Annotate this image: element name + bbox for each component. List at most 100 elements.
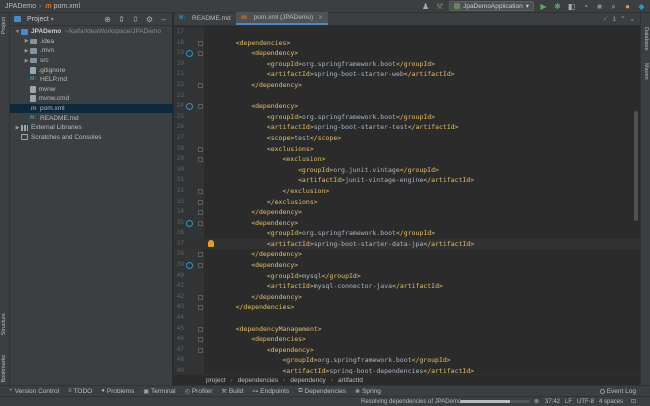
code-line[interactable]: 39 <dependency>: [174, 260, 640, 271]
tab-bookmarks-stripe[interactable]: Bookmarks: [1, 355, 7, 383]
breadcrumb-item[interactable]: dependency: [290, 377, 325, 384]
dependency-marker-icon[interactable]: [186, 50, 193, 58]
event-log-button[interactable]: Event Log: [599, 388, 636, 395]
code-line[interactable]: 44: [174, 313, 640, 324]
code-line[interactable]: 41 <artifactId>mysql-connector-java</arti…: [174, 281, 640, 292]
fold-icon[interactable]: [198, 305, 203, 311]
caret-position[interactable]: 37:42: [545, 399, 560, 405]
tab-database-stripe[interactable]: Database: [643, 27, 649, 51]
tree-item[interactable]: mvnw.cmd: [10, 94, 173, 104]
breadcrumb-item[interactable]: dependencies: [238, 377, 278, 384]
hammer-icon[interactable]: ⚒: [435, 2, 444, 11]
run-configuration-select[interactable]: JpaDemoApplication ▾: [449, 1, 534, 11]
close-icon[interactable]: ✕: [318, 14, 323, 21]
plugin-icon[interactable]: ◆: [637, 2, 646, 11]
code-line[interactable]: 28 <exclusions>: [174, 144, 640, 155]
tool-window-button[interactable]: ≡ TODO: [68, 388, 92, 395]
tool-window-button[interactable]: ⑂ Version Control: [9, 388, 59, 395]
file-encoding[interactable]: UTF-8: [577, 399, 594, 405]
code-line[interactable]: 22 </dependency>: [174, 80, 640, 91]
code-line[interactable]: 34 </dependency>: [174, 207, 640, 218]
fold-icon[interactable]: [198, 294, 203, 300]
tree-item[interactable]: .gitignore: [10, 65, 173, 75]
stop-icon[interactable]: ■: [595, 2, 604, 11]
editor-inspections[interactable]: ✓ 1 ⌃ ⌄: [603, 15, 635, 24]
dependency-marker-icon[interactable]: [186, 103, 193, 111]
tool-window-button[interactable]: ⊶ Endpoints: [252, 388, 289, 395]
breadcrumb-item[interactable]: project: [206, 377, 226, 384]
tool-window-button[interactable]: ▣ Terminal: [143, 388, 175, 395]
debug-icon[interactable]: ✱: [553, 2, 562, 11]
code-line[interactable]: 19 <dependency>: [174, 48, 640, 59]
tree-item[interactable]: m pom.xml: [10, 103, 173, 114]
line-separator[interactable]: LF: [565, 399, 572, 405]
code-line[interactable]: 38 </dependency>: [174, 249, 640, 260]
code-line[interactable]: 42 </dependency>: [174, 292, 640, 303]
fold-icon[interactable]: [198, 146, 203, 152]
progress-bar[interactable]: [460, 400, 530, 403]
status-message[interactable]: Resolving dependencies of JPADemo...: [361, 399, 466, 405]
editor-scrollbar[interactable]: [634, 111, 638, 221]
tool-window-button[interactable]: ● Problems: [101, 388, 134, 395]
tree-item[interactable]: M↓ README.md: [10, 113, 173, 123]
coverage-icon[interactable]: ◧: [567, 2, 576, 11]
search-icon[interactable]: ⌕: [609, 2, 618, 11]
tree-item[interactable]: Scratches and Consoles: [10, 133, 173, 143]
lock-icon[interactable]: ⊡: [631, 398, 636, 405]
dependency-marker-icon[interactable]: [186, 219, 193, 227]
code-line[interactable]: 29 <exclusion>: [174, 154, 640, 165]
cancel-icon[interactable]: ⊗: [534, 398, 539, 405]
code-line[interactable]: 43 </dependencies>: [174, 302, 640, 313]
chevron-down-icon[interactable]: ⌄: [630, 15, 635, 23]
chevron-icon[interactable]: ▶: [14, 125, 21, 131]
editor-tab[interactable]: m pom.xml (JPADemo) ✕: [235, 12, 329, 25]
code-line[interactable]: 27 <scope>test</scope>: [174, 133, 640, 144]
fold-icon[interactable]: [198, 347, 203, 353]
hide-icon[interactable]: –: [159, 15, 168, 24]
chevron-icon[interactable]: ▶: [23, 48, 30, 54]
chevron-icon[interactable]: ▶: [23, 58, 30, 64]
chevron-up-icon[interactable]: ⌃: [620, 15, 625, 23]
fold-icon[interactable]: [198, 104, 203, 110]
updates-icon[interactable]: ●: [623, 2, 632, 11]
tree-item[interactable]: mvnw: [10, 85, 173, 95]
tree-item[interactable]: ▶ External Libraries: [10, 123, 173, 133]
tree-item[interactable]: ▶ .idea: [10, 37, 173, 47]
fold-icon[interactable]: [198, 51, 203, 57]
code-line[interactable]: 47 <dependency>: [174, 345, 640, 356]
fold-icon[interactable]: [198, 220, 203, 226]
lightbulb-icon[interactable]: [208, 239, 214, 247]
code-line[interactable]: 36 <groupId>org.springframework.boot</gro…: [174, 228, 640, 239]
fold-icon[interactable]: [198, 252, 203, 258]
code-line[interactable]: 33 </exclusions>: [174, 197, 640, 208]
breadcrumb-item[interactable]: artifactId: [338, 377, 363, 384]
user-icon[interactable]: ♟: [421, 2, 430, 11]
chevron-icon[interactable]: ▼: [14, 29, 21, 35]
tool-window-button[interactable]: ❀ Spring: [355, 388, 381, 395]
code-lines[interactable]: 17 18 <dependencies> 19 <dependency> 20 <group…: [174, 27, 640, 377]
tool-window-button[interactable]: ⚒ Build: [221, 388, 243, 395]
nav-file[interactable]: pom.xml: [54, 3, 80, 10]
tab-maven-stripe[interactable]: Maven: [643, 63, 649, 80]
fold-icon[interactable]: [198, 82, 203, 88]
indent-setting[interactable]: 4 spaces: [599, 399, 623, 405]
code-line[interactable]: 31 <artifactId>junit-vintage-engine</arti…: [174, 175, 640, 186]
code-line[interactable]: 45 <dependencyManagement>: [174, 324, 640, 335]
code-line[interactable]: 17: [174, 27, 640, 38]
chevron-down-icon[interactable]: ▾: [51, 16, 54, 23]
code-line[interactable]: 37 <artifactId>spring-boot-starter-data-j…: [174, 238, 640, 250]
code-line[interactable]: 20 <groupId>org.springframework.boot</gro…: [174, 59, 640, 70]
code-line[interactable]: 46 <dependencies>: [174, 334, 640, 345]
editor-tab[interactable]: M↓ README.md: [174, 12, 236, 25]
run-icon[interactable]: ▶: [539, 2, 548, 11]
code-line[interactable]: 26 <artifactId>spring-boot-starter-test</…: [174, 122, 640, 133]
code-line[interactable]: 40 <groupId>mysql</groupId>: [174, 271, 640, 282]
tree-item[interactable]: ▼ JPADemo ~/kaifa/IdeaWorkspace/JPADemo: [10, 27, 173, 37]
nav-project[interactable]: JPADemo: [5, 3, 36, 10]
fold-icon[interactable]: [198, 263, 203, 269]
dependency-marker-icon[interactable]: [186, 262, 193, 270]
project-panel-title[interactable]: Project: [27, 16, 49, 23]
code-line[interactable]: 30 <groupId>org.junit.vintage</groupId>: [174, 165, 640, 176]
code-line[interactable]: 21 <artifactId>spring-boot-starter-web</a…: [174, 69, 640, 80]
code-line[interactable]: 23: [174, 91, 640, 102]
